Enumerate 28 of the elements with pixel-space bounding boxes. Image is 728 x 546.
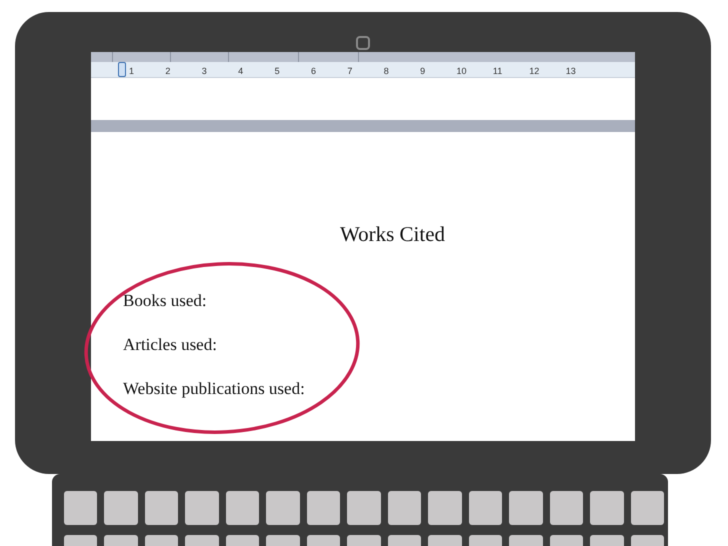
document-line: Website publications used: <box>123 380 305 397</box>
keyboard-key[interactable] <box>226 491 260 525</box>
keyboard-key[interactable] <box>144 491 178 525</box>
ruler-number: 11 <box>492 66 502 76</box>
camera-icon <box>356 36 370 50</box>
ruler-number: 1 <box>129 66 134 76</box>
keyboard-key[interactable] <box>550 491 584 525</box>
keyboard-key[interactable] <box>468 491 502 525</box>
ruler-number: 10 <box>456 66 467 76</box>
keyboard-key[interactable] <box>388 491 422 525</box>
document-heading: Works Cited <box>340 224 446 245</box>
ruler-number: 13 <box>566 66 576 76</box>
document-line: Books used: <box>123 292 207 309</box>
ruler-number: 9 <box>420 66 426 76</box>
ruler-number: 7 <box>347 66 352 76</box>
keyboard-key[interactable] <box>64 491 98 525</box>
ruler-number: 4 <box>238 66 244 76</box>
ruler-number: 12 <box>529 66 540 76</box>
keyboard-key[interactable] <box>306 491 340 525</box>
ruler-number: 5 <box>274 66 280 76</box>
ruler-number: 8 <box>384 66 389 76</box>
keyboard-key[interactable] <box>630 491 664 525</box>
ruler[interactable]: 1 2 3 4 5 6 7 8 9 10 11 12 13 <box>91 62 635 78</box>
indent-marker-icon[interactable] <box>118 62 126 77</box>
document-line: Articles used: <box>123 336 217 353</box>
ruler-number: 2 <box>165 66 170 76</box>
ruler-number: 6 <box>310 66 316 76</box>
ruler-number: 3 <box>202 66 207 76</box>
